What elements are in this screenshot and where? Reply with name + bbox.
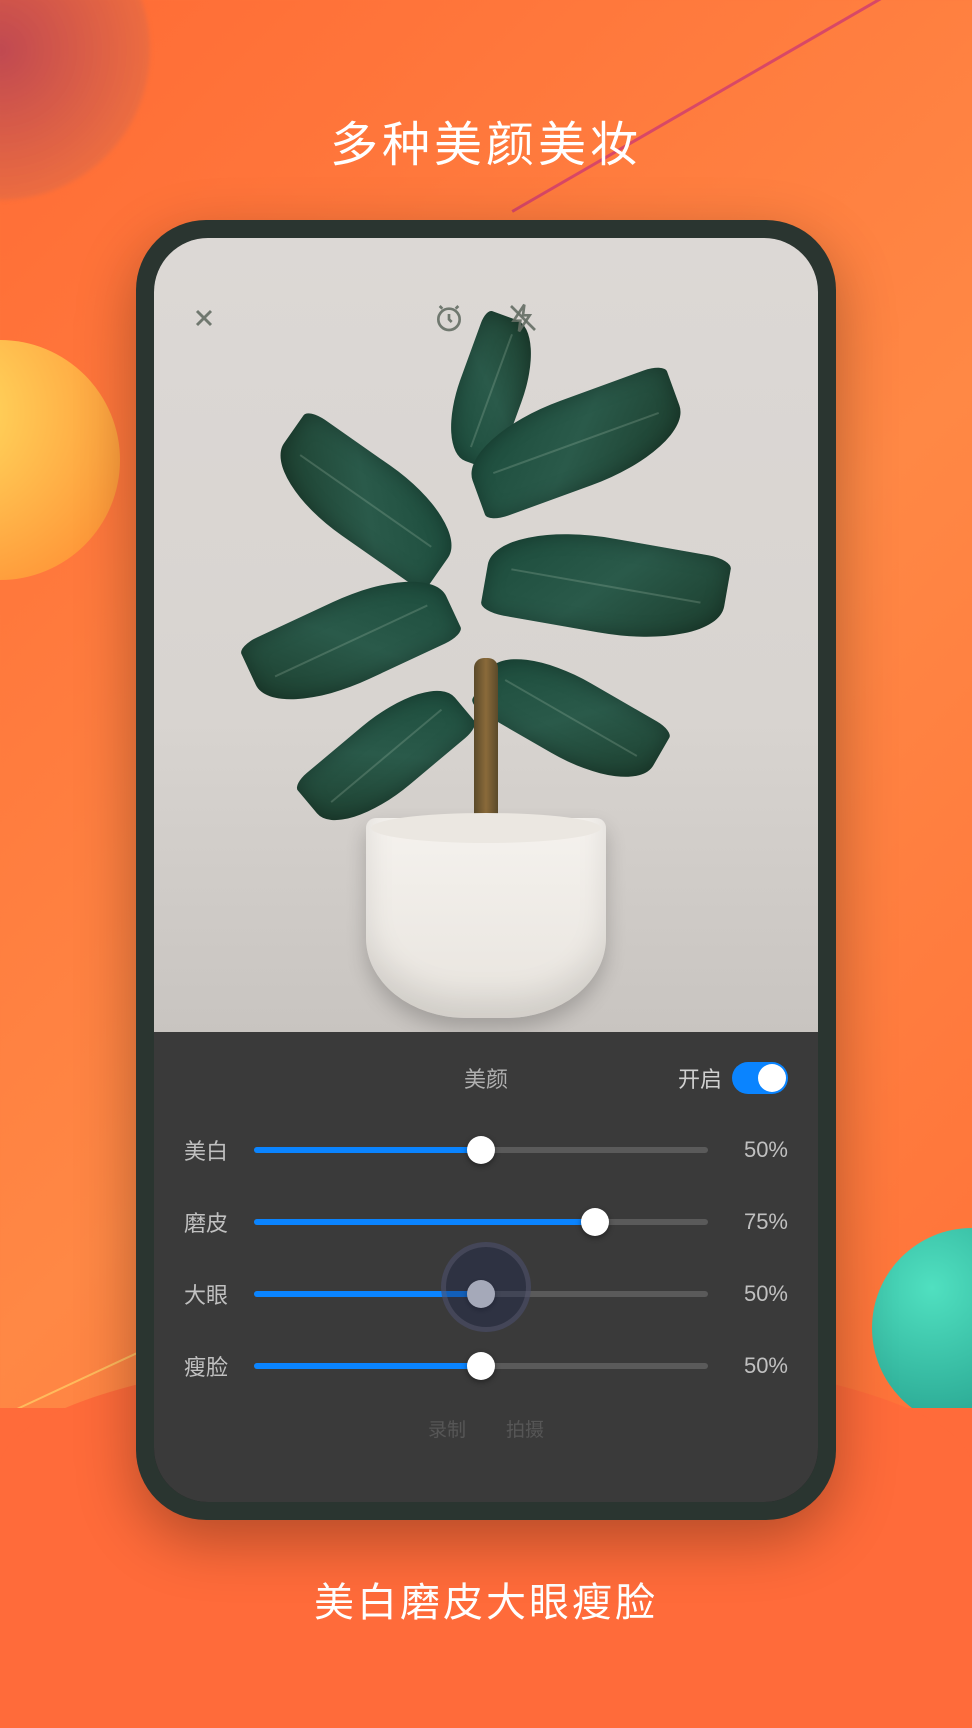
- timer-icon: [433, 302, 465, 334]
- decorative-circle: [0, 340, 120, 580]
- mode-labels: 录制 拍摄: [428, 1415, 544, 1442]
- slider-value: 50%: [728, 1137, 788, 1163]
- slider-label: 大眼: [184, 1278, 234, 1310]
- flash-off-icon: [507, 302, 539, 334]
- slider-track[interactable]: [254, 1147, 708, 1153]
- close-button[interactable]: [184, 298, 224, 338]
- slider-track[interactable]: [254, 1363, 708, 1369]
- controls-title: 美颜: [464, 1062, 508, 1094]
- page-subtitle: 美白磨皮大眼瘦脸: [0, 1570, 972, 1628]
- slider-value: 75%: [728, 1209, 788, 1235]
- slider-value: 50%: [728, 1281, 788, 1307]
- slider-smooth: 磨皮 75%: [184, 1206, 788, 1238]
- slider-value: 50%: [728, 1353, 788, 1379]
- decorative-circle: [872, 1228, 972, 1428]
- close-icon: [190, 304, 218, 332]
- camera-topbar: [154, 288, 818, 348]
- mode-record: 录制: [428, 1415, 466, 1442]
- slider-track[interactable]: [254, 1219, 708, 1225]
- beauty-controls-panel: 录制 拍摄 美颜 开启 美白 50% 磨皮: [154, 1032, 818, 1502]
- phone-mockup: 录制 拍摄 美颜 开启 美白 50% 磨皮: [136, 220, 836, 1520]
- slider-label: 美白: [184, 1134, 234, 1166]
- slider-label: 瘦脸: [184, 1350, 234, 1382]
- phone-screen: 录制 拍摄 美颜 开启 美白 50% 磨皮: [154, 238, 818, 1502]
- beauty-toggle-label: 开启: [678, 1062, 722, 1094]
- preview-image: [286, 338, 686, 1038]
- slider-label: 磨皮: [184, 1206, 234, 1238]
- mode-capture: 拍摄: [506, 1415, 544, 1442]
- beauty-toggle[interactable]: [732, 1062, 788, 1094]
- slider-slimface: 瘦脸 50%: [184, 1350, 788, 1382]
- shutter-button-ghost: [441, 1242, 531, 1332]
- page-title: 多种美颜美妆: [0, 105, 972, 175]
- timer-button[interactable]: [427, 296, 471, 340]
- flash-button[interactable]: [501, 296, 545, 340]
- slider-whiten: 美白 50%: [184, 1134, 788, 1166]
- camera-preview: [154, 238, 818, 1038]
